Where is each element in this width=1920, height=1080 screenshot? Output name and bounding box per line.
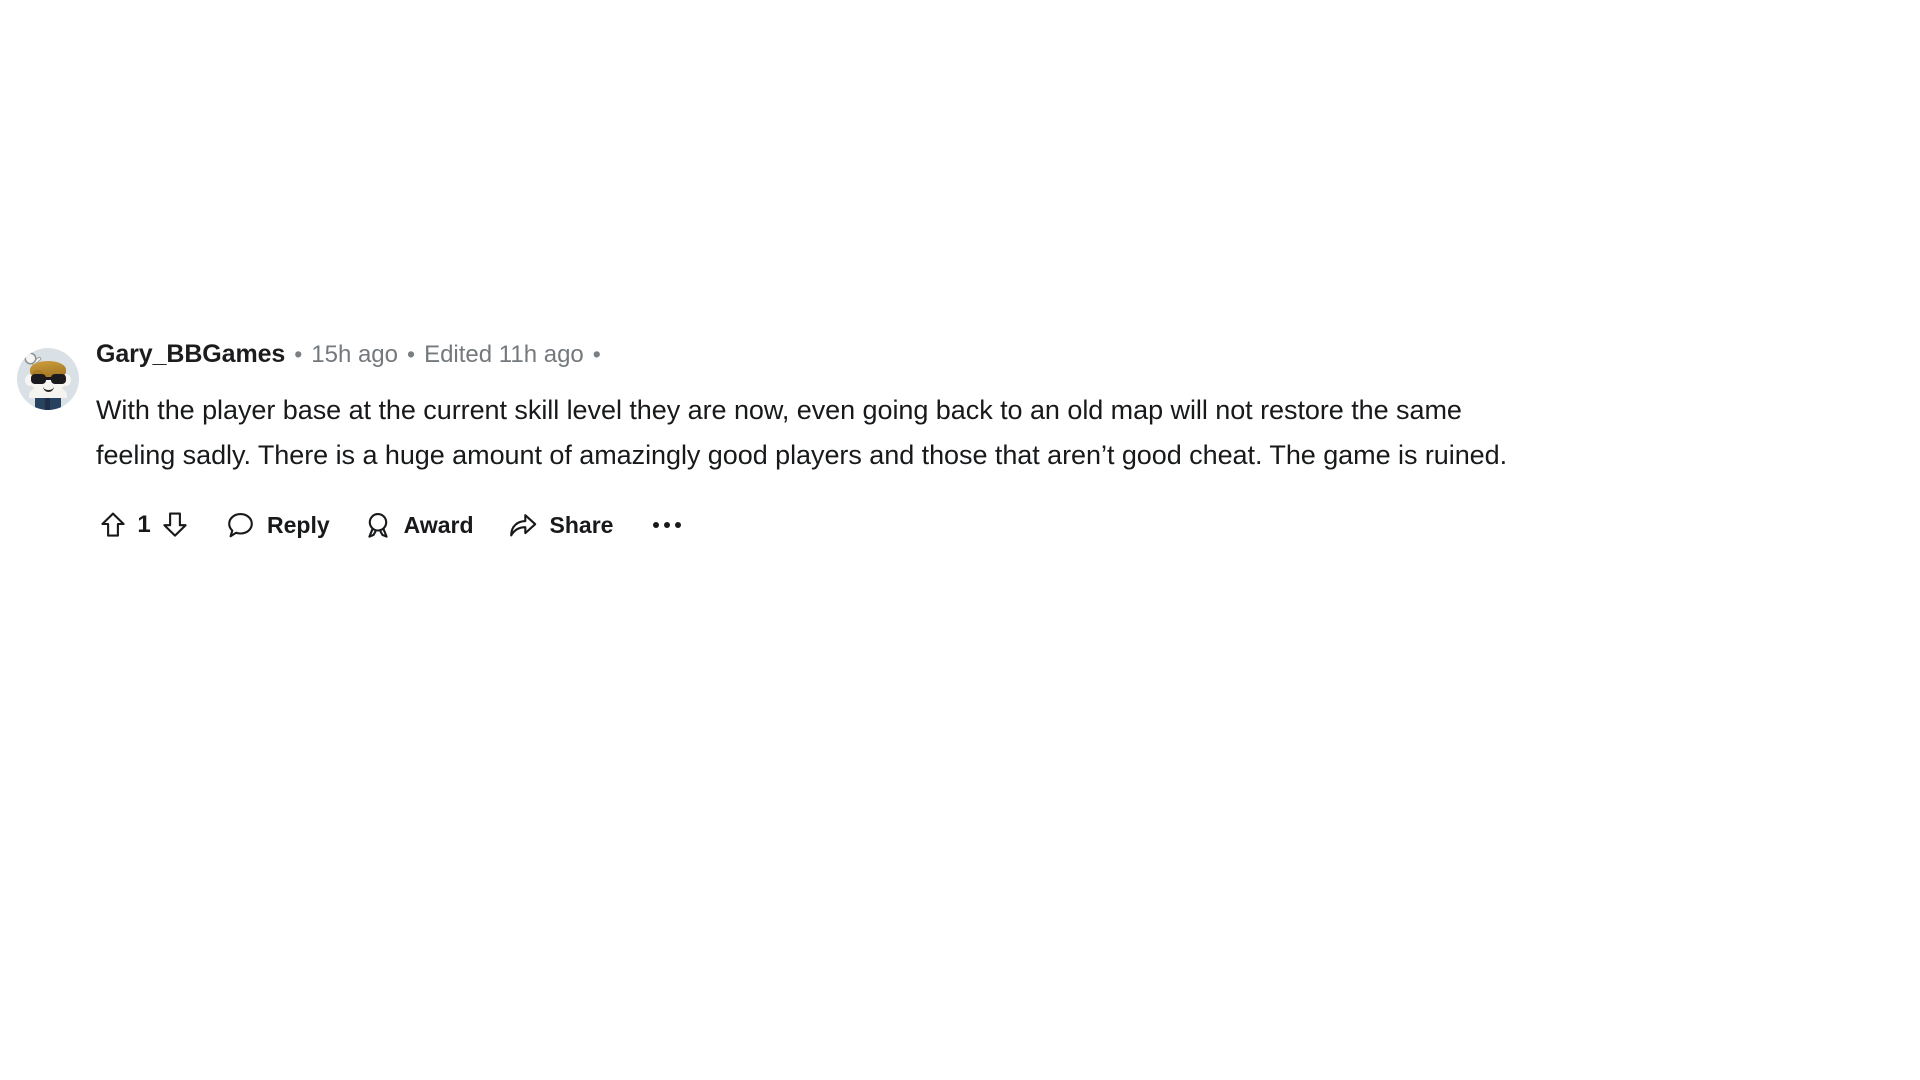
comment-page: Gary_BBGames • 15h ago • Edited 11h ago … [0,0,1920,1080]
comment-action-bar: 1 Reply Award Share [96,502,1880,548]
comment-body-column: Gary_BBGames • 15h ago • Edited 11h ago … [96,340,1900,548]
comment-bubble-icon [226,511,255,540]
vote-count: 1 [137,511,151,538]
comment-text: With the player base at the current skil… [96,395,1508,470]
sunglasses-lens-right [51,374,66,384]
meta-separator-1: • [294,341,303,367]
more-options-dot-3 [675,522,682,528]
comment-author[interactable]: Gary_BBGames [96,340,285,369]
reply-button[interactable]: Reply [226,511,330,540]
more-options-dot-1 [653,522,660,528]
more-options-button[interactable] [647,508,687,542]
snoo-antenna-ball-icon [26,354,35,363]
avatar[interactable] [17,348,79,410]
reply-label: Reply [267,511,330,538]
comment-timestamp[interactable]: 15h ago [311,341,398,369]
upvote-button[interactable] [96,508,130,542]
comment-meta: Gary_BBGames • 15h ago • Edited 11h ago … [96,340,1880,374]
snoo-sunglasses-icon [30,374,67,384]
downvote-button[interactable] [158,508,192,542]
share-button[interactable]: Share [508,511,614,540]
meta-separator-3: • [592,341,601,367]
share-label: Share [549,511,614,538]
award-button[interactable]: Award [364,511,474,540]
sunglasses-lens-left [31,374,46,384]
meta-separator-2: • [407,341,416,367]
comment-container: Gary_BBGames • 15h ago • Edited 11h ago … [0,340,1900,548]
avatar-column [0,340,96,410]
vote-group: 1 [96,508,192,542]
award-medal-icon [364,511,392,540]
comment-edited-timestamp[interactable]: Edited 11h ago [424,341,584,369]
award-label: Award [403,511,474,538]
share-arrow-icon [508,511,538,540]
more-options-dot-2 [664,522,671,528]
